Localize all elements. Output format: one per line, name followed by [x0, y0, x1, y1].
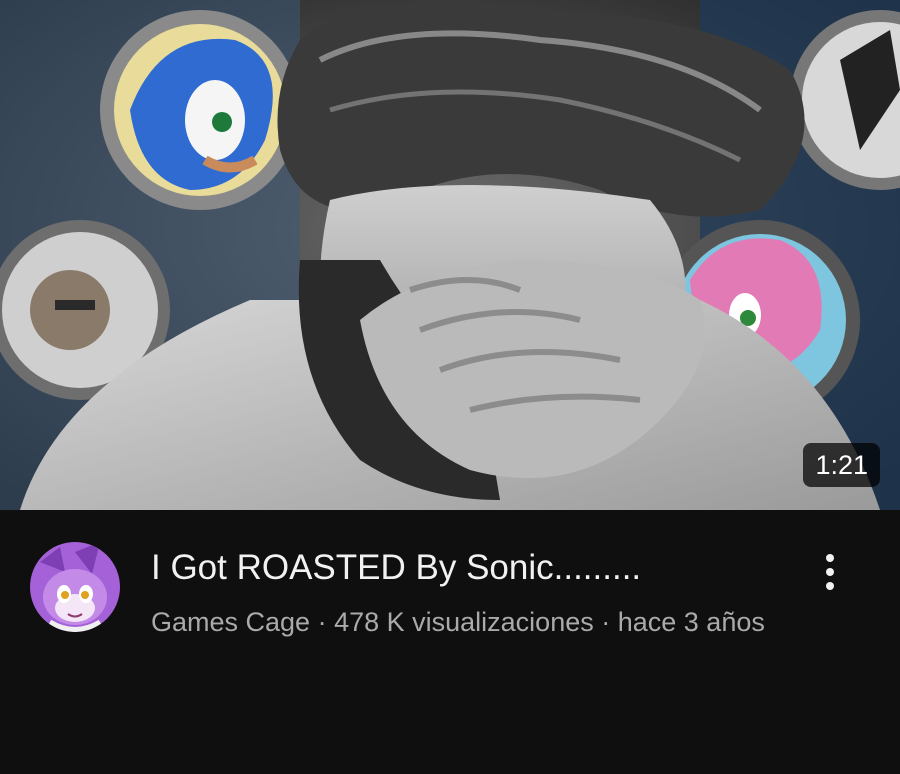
separator: ·	[593, 607, 618, 637]
video-title[interactable]: I Got ROASTED By Sonic.........	[151, 546, 791, 590]
channel-name[interactable]: Games Cage	[151, 607, 310, 637]
separator: ·	[310, 607, 335, 637]
view-count: 478 K visualizaciones	[334, 607, 594, 637]
channel-avatar[interactable]	[30, 542, 120, 632]
video-subtitle: Games Cage · 478 K visualizaciones · hac…	[151, 602, 771, 642]
thumbnail-image	[0, 0, 900, 510]
menu-dot	[826, 554, 834, 562]
menu-dot	[826, 568, 834, 576]
video-meta-row: I Got ROASTED By Sonic......... Games Ca…	[0, 510, 900, 774]
more-vert-icon[interactable]	[810, 546, 850, 598]
avatar-image	[30, 542, 120, 632]
video-card[interactable]: 1:21 I Got ROASTED By Sonic......... Gam…	[0, 0, 900, 774]
video-thumbnail[interactable]: 1:21	[0, 0, 900, 510]
duration-badge: 1:21	[803, 443, 880, 487]
menu-dot	[826, 582, 834, 590]
upload-age: hace 3 años	[617, 607, 765, 637]
